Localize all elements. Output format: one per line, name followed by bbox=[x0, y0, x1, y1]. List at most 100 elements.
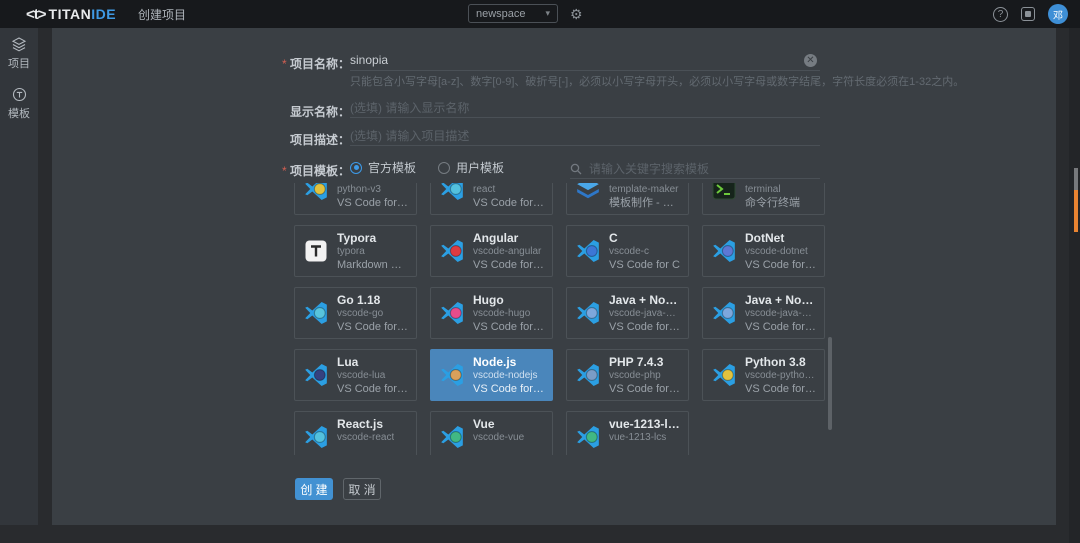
template-card-vscode-c[interactable]: Cvscode-cVS Code for C bbox=[566, 225, 689, 277]
template-source-radios: 官方模板 用户模板 bbox=[350, 159, 504, 176]
vscode-template-icon bbox=[303, 362, 329, 388]
terminal-template-icon bbox=[711, 183, 737, 202]
template-card-vscode-lua[interactable]: Luavscode-luaVS Code for Lua bbox=[294, 349, 417, 401]
template-description: VS Code for Python bbox=[745, 382, 816, 396]
create-button[interactable]: 创 建 bbox=[295, 478, 333, 500]
vscode-template-icon bbox=[439, 238, 465, 264]
template-name: React.js bbox=[337, 417, 394, 432]
template-id: template-maker bbox=[609, 184, 680, 196]
display-name-input[interactable] bbox=[350, 98, 820, 118]
create-project-panel: 项目名称： ✕ 只能包含小写字母[a-z]、数字[0-9]、破折号[-]，必须以… bbox=[52, 28, 1056, 525]
template-card-vscode-hugo[interactable]: Hugovscode-hugoVS Code for Hugo bbox=[430, 287, 553, 339]
template-card-react[interactable]: reactVS Code for React.js bbox=[430, 183, 553, 215]
template-card-vscode-python-v3[interactable]: Python 3.8vscode-python-v3VS Code for Py… bbox=[702, 349, 825, 401]
vscode-template-icon bbox=[711, 238, 737, 264]
radio-selected-icon bbox=[350, 162, 362, 174]
template-id: react bbox=[473, 184, 544, 196]
template-description bbox=[473, 444, 524, 456]
template-id: vue-1213-lcs bbox=[609, 432, 680, 444]
app-logo[interactable]: <t> TITAN IDE bbox=[26, 6, 116, 23]
template-description: VS Code for Java + ... bbox=[609, 320, 680, 334]
display-name-label: 显示名称： bbox=[274, 103, 350, 120]
template-card-vscode-nodejs[interactable]: Node.jsvscode-nodejsVS Code for Node.js bbox=[430, 349, 553, 401]
template-name: Python 3.8 bbox=[745, 355, 816, 370]
vscode-template-icon bbox=[303, 300, 329, 326]
template-card-vscode-vue[interactable]: Vuevscode-vue bbox=[430, 411, 553, 455]
page-title: 创建项目 bbox=[138, 6, 186, 23]
template-card-vscode-angular[interactable]: Angularvscode-angularVS Code for Angular bbox=[430, 225, 553, 277]
template-grid-scrollbar-thumb[interactable] bbox=[828, 337, 832, 430]
template-card-vscode-php[interactable]: PHP 7.4.3vscode-phpVS Code for PHP bbox=[566, 349, 689, 401]
sidebar-item-templates-label: 模板 bbox=[8, 105, 30, 121]
sidebar-item-projects-label: 项目 bbox=[8, 55, 30, 71]
vscode-template-icon bbox=[575, 238, 601, 264]
template-description bbox=[337, 444, 394, 456]
template-id: vscode-java-node10 bbox=[609, 308, 680, 320]
template-description: VS Code for React.js bbox=[473, 196, 544, 210]
vscode-template-icon bbox=[303, 183, 329, 202]
template-description: VS Code for Go 1.18 bbox=[337, 320, 408, 334]
template-id: vscode-vue bbox=[473, 432, 524, 444]
template-id: vscode-hugo bbox=[473, 308, 544, 320]
template-description: VS Code for Hugo bbox=[473, 320, 544, 334]
radio-user-template[interactable]: 用户模板 bbox=[438, 159, 504, 176]
logo-text-titan: TITAN bbox=[49, 6, 92, 22]
template-card-vue-1213-lcs[interactable]: vue-1213-lcsvue-1213-lcs bbox=[566, 411, 689, 455]
template-name: DotNet bbox=[745, 231, 816, 246]
clear-input-icon[interactable]: ✕ bbox=[804, 54, 817, 67]
template-name: Go 1.18 bbox=[337, 293, 408, 308]
template-name: Angular bbox=[473, 231, 544, 246]
template-grid-content: python-v3VS Code for Python reactVS Code… bbox=[294, 183, 825, 455]
template-search-input[interactable] bbox=[589, 162, 820, 176]
template-description: VS Code for Angular bbox=[473, 258, 544, 272]
template-card-vscode-java-node10[interactable]: Java + Node10vscode-java-node10VS Code f… bbox=[566, 287, 689, 339]
template-card-vscode-go[interactable]: Go 1.18vscode-goVS Code for Go 1.18 bbox=[294, 287, 417, 339]
template-card-vscode-dotnet[interactable]: DotNetvscode-dotnetVS Code for DotNet bbox=[702, 225, 825, 277]
template-description: VS Code for Python bbox=[337, 196, 408, 210]
template-card-template-maker[interactable]: template-maker模板制作 - 使用 Tem... bbox=[566, 183, 689, 215]
radio-official-template[interactable]: 官方模板 bbox=[350, 159, 416, 176]
template-card-terminal[interactable]: terminal命令行终端 bbox=[702, 183, 825, 215]
project-name-label: 项目名称： bbox=[274, 55, 350, 72]
radio-official-label: 官方模板 bbox=[368, 159, 416, 176]
apps-icon[interactable] bbox=[1021, 7, 1035, 21]
sidebar-item-projects[interactable]: 项目 bbox=[0, 28, 38, 78]
template-description: VS Code for Node.js bbox=[473, 382, 544, 396]
workspace-select[interactable]: newspace ▾ bbox=[468, 4, 558, 23]
cancel-button[interactable]: 取 消 bbox=[343, 478, 381, 500]
vscode-template-icon bbox=[575, 300, 601, 326]
sidebar-item-templates[interactable]: 模板 bbox=[0, 78, 38, 128]
vscode-template-icon bbox=[439, 362, 465, 388]
workspace-settings-gear-icon[interactable]: ⚙ bbox=[570, 7, 583, 21]
template-id: vscode-go bbox=[337, 308, 408, 320]
template-name: Java + Node16 bbox=[745, 293, 816, 308]
template-id: vscode-php bbox=[609, 370, 680, 382]
logo-text-ide: IDE bbox=[91, 6, 116, 22]
template-card-vscode-java-node16[interactable]: Java + Node16vscode-java-node16VS Code f… bbox=[702, 287, 825, 339]
project-name-help-text: 只能包含小写字母[a-z]、数字[0-9]、破折号[-]，必须以小写字母开头，必… bbox=[350, 73, 1040, 89]
user-avatar[interactable]: 邓 bbox=[1048, 4, 1068, 24]
project-name-input[interactable] bbox=[350, 50, 820, 71]
template-id: vscode-angular bbox=[473, 246, 544, 258]
vscode-template-icon bbox=[439, 424, 465, 450]
vscode-template-icon bbox=[575, 362, 601, 388]
template-description: VS Code for DotNet bbox=[745, 258, 816, 272]
project-desc-label: 项目描述： bbox=[274, 131, 350, 148]
template-name: PHP 7.4.3 bbox=[609, 355, 680, 370]
template-description: VS Code for Lua bbox=[337, 382, 408, 396]
project-template-label: 项目模板： bbox=[274, 162, 350, 179]
page-scrollbar-marker[interactable] bbox=[1074, 190, 1078, 232]
page-scrollbar-track[interactable] bbox=[1069, 28, 1080, 543]
project-desc-input[interactable] bbox=[350, 126, 820, 146]
template-description: Markdown 文档编写... bbox=[337, 258, 408, 272]
template-id: vscode-nodejs bbox=[473, 370, 544, 382]
vscode-template-icon bbox=[303, 424, 329, 450]
template-card-vscode-react[interactable]: React.jsvscode-react bbox=[294, 411, 417, 455]
template-name: Vue bbox=[473, 417, 524, 432]
template-name: Typora bbox=[337, 231, 408, 246]
page-scrollbar-thumb[interactable] bbox=[1074, 168, 1078, 190]
help-icon[interactable]: ? bbox=[993, 7, 1008, 22]
template-card-python-v3[interactable]: python-v3VS Code for Python bbox=[294, 183, 417, 215]
template-name: Lua bbox=[337, 355, 408, 370]
template-card-typora[interactable]: TyporatyporaMarkdown 文档编写... bbox=[294, 225, 417, 277]
